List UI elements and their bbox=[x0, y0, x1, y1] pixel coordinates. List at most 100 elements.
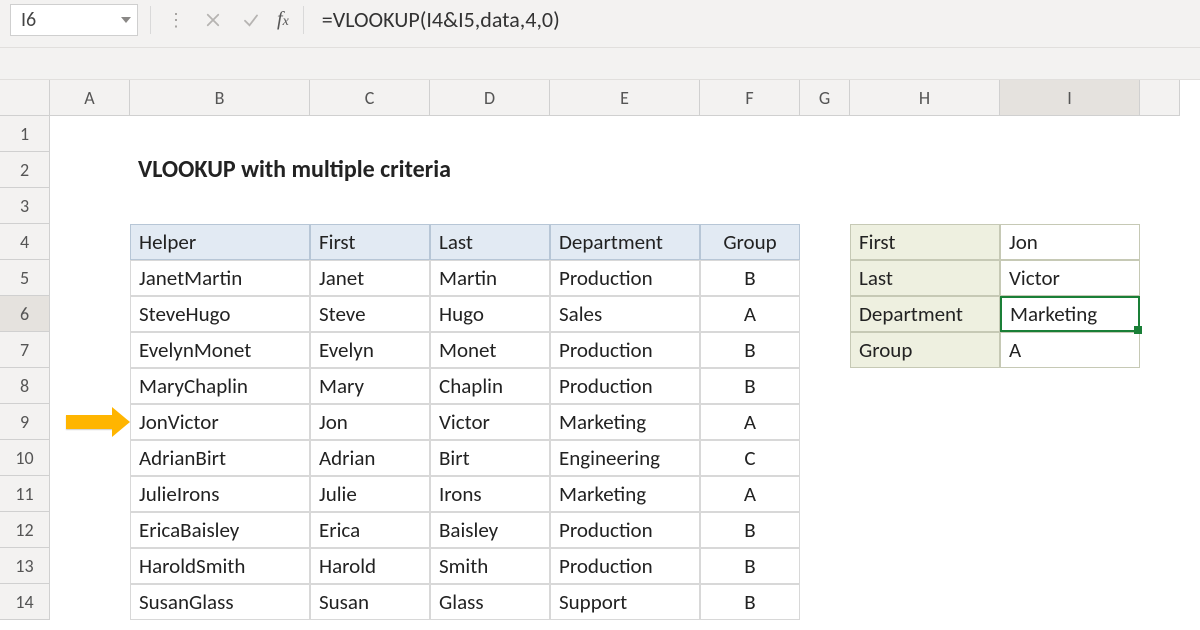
row-header[interactable]: 8 bbox=[0, 368, 50, 404]
table-cell[interactable]: JanetMartin bbox=[130, 260, 310, 296]
col-header-F[interactable]: F bbox=[700, 80, 800, 116]
col-header-C[interactable]: C bbox=[310, 80, 430, 116]
table-cell[interactable]: Martin bbox=[430, 260, 550, 296]
cell[interactable] bbox=[800, 440, 850, 476]
table-cell[interactable]: JulieIrons bbox=[130, 476, 310, 512]
lookup-value[interactable]: Jon bbox=[1000, 224, 1140, 260]
table-cell[interactable]: Julie bbox=[310, 476, 430, 512]
table-cell[interactable]: HaroldSmith bbox=[130, 548, 310, 584]
cell[interactable] bbox=[800, 332, 850, 368]
row-header[interactable]: 10 bbox=[0, 440, 50, 476]
table-cell[interactable]: B bbox=[700, 332, 800, 368]
table-cell[interactable]: AdrianBirt bbox=[130, 440, 310, 476]
cell[interactable] bbox=[50, 152, 130, 188]
cell[interactable] bbox=[800, 296, 850, 332]
cell[interactable] bbox=[1140, 584, 1180, 620]
cell[interactable] bbox=[850, 584, 1000, 620]
table-cell[interactable]: Production bbox=[550, 260, 700, 296]
table-cell[interactable]: Baisley bbox=[430, 512, 550, 548]
cell[interactable] bbox=[50, 332, 130, 368]
table-cell[interactable]: Production bbox=[550, 368, 700, 404]
cell[interactable] bbox=[800, 224, 850, 260]
col-header-D[interactable]: D bbox=[430, 80, 550, 116]
table-cell[interactable]: Harold bbox=[310, 548, 430, 584]
table-cell[interactable]: EvelynMonet bbox=[130, 332, 310, 368]
col-header-H[interactable]: H bbox=[850, 80, 1000, 116]
cell[interactable] bbox=[850, 512, 1000, 548]
table-cell[interactable]: B bbox=[700, 584, 800, 620]
cell[interactable] bbox=[800, 512, 850, 548]
table-cell[interactable]: JonVictor bbox=[130, 404, 310, 440]
cell[interactable] bbox=[1140, 476, 1180, 512]
cell[interactable] bbox=[1140, 548, 1180, 584]
col-header-G[interactable]: G bbox=[800, 80, 850, 116]
table-cell[interactable]: B bbox=[700, 260, 800, 296]
row-header[interactable]: 1 bbox=[0, 116, 50, 152]
cell[interactable] bbox=[1140, 260, 1180, 296]
cell[interactable] bbox=[50, 368, 130, 404]
formula-input[interactable] bbox=[318, 4, 1190, 36]
cell[interactable] bbox=[800, 476, 850, 512]
table-cell[interactable]: EricaBaisley bbox=[130, 512, 310, 548]
cell[interactable] bbox=[1140, 332, 1180, 368]
lookup-value[interactable]: Victor bbox=[1000, 260, 1140, 296]
cell[interactable] bbox=[310, 188, 430, 224]
cell[interactable] bbox=[800, 584, 850, 620]
cell[interactable] bbox=[1140, 404, 1180, 440]
row-header[interactable]: 7 bbox=[0, 332, 50, 368]
table-cell[interactable]: Adrian bbox=[310, 440, 430, 476]
cell[interactable] bbox=[50, 188, 130, 224]
table-cell[interactable]: Marketing bbox=[550, 476, 700, 512]
cell[interactable] bbox=[50, 116, 130, 152]
row-header[interactable]: 3 bbox=[0, 188, 50, 224]
col-header-B[interactable]: B bbox=[130, 80, 310, 116]
table-header[interactable]: Department bbox=[550, 224, 700, 260]
row-header[interactable]: 5 bbox=[0, 260, 50, 296]
table-cell[interactable]: Glass bbox=[430, 584, 550, 620]
cell[interactable] bbox=[850, 152, 1000, 188]
cell[interactable] bbox=[850, 404, 1000, 440]
cell[interactable] bbox=[50, 548, 130, 584]
row-header[interactable]: 14 bbox=[0, 584, 50, 620]
table-cell[interactable]: MaryChaplin bbox=[130, 368, 310, 404]
table-header[interactable]: Last bbox=[430, 224, 550, 260]
table-cell[interactable]: B bbox=[700, 368, 800, 404]
table-cell[interactable]: Victor bbox=[430, 404, 550, 440]
cell[interactable] bbox=[1000, 476, 1140, 512]
confirm-formula-button[interactable] bbox=[235, 4, 267, 36]
row-header[interactable]: 9 bbox=[0, 404, 50, 440]
table-cell[interactable]: Sales bbox=[550, 296, 700, 332]
table-cell[interactable]: C bbox=[700, 440, 800, 476]
cell[interactable] bbox=[50, 584, 130, 620]
cell[interactable] bbox=[1140, 512, 1180, 548]
table-cell[interactable]: Production bbox=[550, 512, 700, 548]
cell[interactable] bbox=[50, 476, 130, 512]
table-cell[interactable]: Evelyn bbox=[310, 332, 430, 368]
cell[interactable] bbox=[800, 260, 850, 296]
cell[interactable] bbox=[1140, 296, 1180, 332]
cell[interactable] bbox=[700, 152, 800, 188]
table-cell[interactable]: Marketing bbox=[550, 404, 700, 440]
table-cell[interactable]: A bbox=[700, 476, 800, 512]
worksheet-grid[interactable]: A B C D E F G H I 1 2 VLOOKUP with multi… bbox=[0, 80, 1200, 630]
cell[interactable] bbox=[1000, 188, 1140, 224]
cell[interactable] bbox=[1000, 548, 1140, 584]
table-cell[interactable]: Erica bbox=[310, 512, 430, 548]
cell[interactable] bbox=[800, 548, 850, 584]
name-box[interactable]: I6 bbox=[10, 4, 138, 36]
table-cell[interactable]: A bbox=[700, 296, 800, 332]
lookup-value[interactable]: A bbox=[1000, 332, 1140, 368]
fx-icon[interactable]: fx bbox=[273, 8, 293, 31]
cancel-formula-button[interactable] bbox=[197, 4, 229, 36]
cell[interactable] bbox=[1000, 440, 1140, 476]
cell[interactable] bbox=[700, 116, 800, 152]
lookup-label[interactable]: Last bbox=[850, 260, 1000, 296]
row-header[interactable]: 11 bbox=[0, 476, 50, 512]
cell[interactable] bbox=[1000, 152, 1140, 188]
cell[interactable] bbox=[430, 188, 550, 224]
table-header[interactable]: Helper bbox=[130, 224, 310, 260]
cell[interactable] bbox=[850, 188, 1000, 224]
cell[interactable] bbox=[850, 476, 1000, 512]
cell[interactable] bbox=[1140, 440, 1180, 476]
lookup-label[interactable]: Group bbox=[850, 332, 1000, 368]
